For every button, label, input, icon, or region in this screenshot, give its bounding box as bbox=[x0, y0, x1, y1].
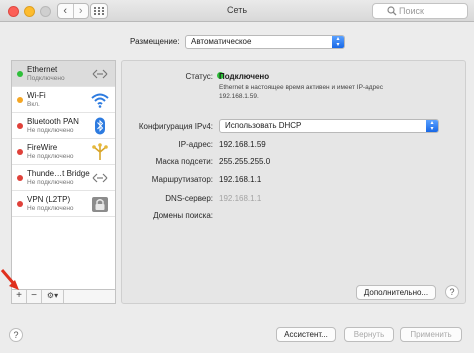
status-dot bbox=[17, 201, 23, 207]
service-name: VPN (L2TP) bbox=[27, 195, 71, 204]
status-dot bbox=[17, 175, 23, 181]
service-name: FireWire bbox=[27, 143, 58, 152]
location-select[interactable]: Автоматическое ▴ ▾ bbox=[185, 35, 345, 49]
arrow-annotation-icon bbox=[0, 269, 19, 290]
service-item-bluetooth-pan[interactable]: Bluetooth PAN Не подключено bbox=[12, 113, 115, 139]
status-description-line1: Ethernet в настоящее время активен и име… bbox=[219, 84, 383, 91]
thunderbolt-bridge-icon bbox=[92, 173, 108, 183]
service-name: Thunde…t Bridge bbox=[27, 169, 90, 178]
status-dot bbox=[17, 123, 23, 129]
bluetooth-icon bbox=[95, 117, 105, 135]
subnet-mask-label: Маска подсети: bbox=[155, 157, 213, 166]
service-item-firewire[interactable]: FireWire Не подключено bbox=[12, 139, 115, 165]
action-menu-button[interactable]: ⚙▾ bbox=[42, 290, 64, 303]
assistant-button[interactable]: Ассистент... bbox=[276, 327, 336, 342]
help-button[interactable]: ? bbox=[445, 285, 459, 299]
revert-button[interactable]: Вернуть bbox=[344, 327, 394, 342]
dns-server-value: 192.168.1.1 bbox=[219, 194, 262, 203]
service-status: Не подключено bbox=[27, 179, 74, 186]
router-value: 192.168.1.1 bbox=[219, 175, 262, 184]
subnet-mask-value: 255.255.255.0 bbox=[219, 157, 271, 166]
location-label: Размещение: bbox=[130, 37, 180, 46]
vpn-lock-icon bbox=[92, 197, 108, 212]
status-dot bbox=[17, 71, 23, 77]
footer-help-button[interactable]: ? bbox=[9, 328, 23, 342]
ethernet-icon bbox=[92, 69, 108, 79]
service-name: Bluetooth PAN bbox=[27, 117, 79, 126]
service-name: Ethernet bbox=[27, 65, 58, 74]
chevron-updown-icon: ▴ ▾ bbox=[426, 120, 438, 132]
service-item-thunderbolt-bridge[interactable]: Thunde…t Bridge Не подключено bbox=[12, 165, 115, 191]
ip-address-value: 192.168.1.59 bbox=[219, 140, 266, 149]
router-label: Маршрутизатор: bbox=[151, 175, 213, 184]
apply-button[interactable]: Применить bbox=[400, 327, 462, 342]
ipv4-config-value: Использовать DHCP bbox=[225, 121, 302, 130]
service-status: Не подключено bbox=[27, 127, 74, 134]
dns-server-label: DNS-сервер: bbox=[165, 194, 213, 203]
status-value: Подключено bbox=[219, 72, 270, 81]
location-value: Автоматическое bbox=[191, 37, 252, 46]
search-icon bbox=[387, 6, 397, 16]
ipv4-config-select[interactable]: Использовать DHCP ▴ ▾ bbox=[219, 119, 439, 133]
status-description-line2: 192.168.1.59. bbox=[219, 93, 259, 100]
service-item-wifi[interactable]: Wi-Fi Вкл. bbox=[12, 87, 115, 113]
ipv4-config-label: Конфигурация IPv4: bbox=[138, 122, 213, 131]
search-input[interactable]: Поиск bbox=[372, 3, 468, 19]
firewire-icon bbox=[92, 143, 108, 160]
title-bar: ‹ › Сеть Поиск bbox=[0, 0, 474, 22]
service-name: Wi-Fi bbox=[27, 91, 46, 100]
service-item-vpn[interactable]: VPN (L2TP) Не подключено bbox=[12, 191, 115, 217]
remove-service-button[interactable]: − bbox=[27, 290, 42, 303]
status-label: Статус: bbox=[185, 72, 213, 81]
advanced-button[interactable]: Дополнительно... bbox=[356, 285, 436, 300]
ip-address-label: IP-адрес: bbox=[178, 140, 213, 149]
detail-panel: Статус: Подключено Ethernet в настоящее … bbox=[121, 60, 466, 304]
service-status: Не подключено bbox=[27, 153, 74, 160]
service-list-toolbar: + − ⚙▾ bbox=[11, 290, 116, 304]
service-status: Вкл. bbox=[27, 101, 40, 108]
service-status: Не подключено bbox=[27, 205, 74, 212]
wifi-icon bbox=[91, 93, 109, 108]
search-domains-label: Домены поиска: bbox=[153, 211, 213, 220]
service-list: Ethernet Подключено Wi-Fi Вкл. Bluetooth… bbox=[11, 60, 116, 290]
chevron-updown-icon: ▴ ▾ bbox=[332, 36, 344, 48]
search-placeholder: Поиск bbox=[399, 6, 424, 16]
service-item-ethernet[interactable]: Ethernet Подключено bbox=[12, 61, 115, 87]
service-status: Подключено bbox=[27, 75, 65, 82]
status-dot bbox=[17, 149, 23, 155]
status-dot bbox=[17, 97, 23, 103]
